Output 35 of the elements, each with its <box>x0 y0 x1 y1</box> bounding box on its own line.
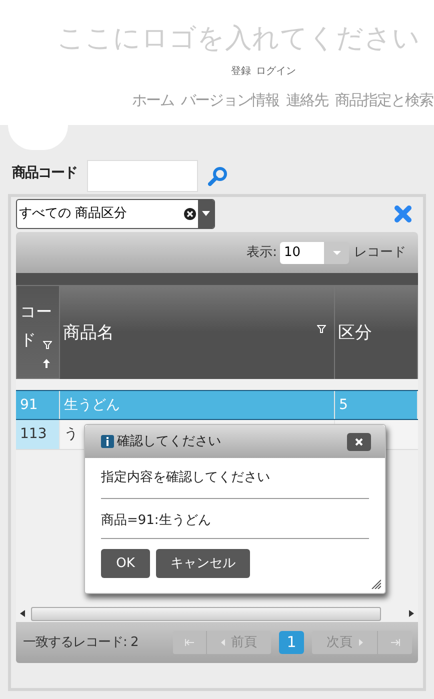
filter-icon[interactable] <box>43 341 52 349</box>
page-size-unit: レコード <box>354 244 406 262</box>
table-cell: 91 <box>16 391 60 419</box>
resize-grip-icon[interactable] <box>371 579 381 589</box>
product-code-label: 商品コード <box>12 164 77 182</box>
filter-icon[interactable] <box>317 325 326 333</box>
close-icon[interactable] <box>394 204 412 222</box>
dialog-detail: 商品=91:生うどん <box>101 498 369 539</box>
search-icon[interactable] <box>208 166 228 186</box>
account-link[interactable]: 登録 <box>231 64 251 79</box>
table-cell: 生うどん <box>60 391 335 419</box>
table-cell: 5 <box>335 391 418 419</box>
dialog-message: 指定内容を確認してください <box>101 458 369 498</box>
scroll-left-icon[interactable] <box>20 610 25 617</box>
first-page-button[interactable] <box>173 631 207 654</box>
product-code-field[interactable] <box>87 160 198 192</box>
table-cell: 113 <box>16 420 60 449</box>
column-header[interactable]: 商品名 <box>60 285 335 379</box>
dialog-button[interactable]: OK <box>101 549 150 578</box>
dialog-button[interactable]: キャンセル <box>156 549 250 578</box>
column-header[interactable]: コード <box>16 285 60 379</box>
column-header[interactable]: 区分 <box>335 285 418 379</box>
category-dropdown[interactable]: すべての 商品区分 <box>16 198 215 228</box>
page-button[interactable]: 1 <box>279 631 304 654</box>
horizontal-scrollbar[interactable] <box>16 605 418 622</box>
sort-up-icon[interactable] <box>43 359 50 368</box>
page-size-label: 表示: <box>246 244 277 262</box>
caret-icon[interactable] <box>198 200 214 228</box>
account-link[interactable]: ログイン <box>256 64 296 79</box>
scroll-right-icon[interactable] <box>409 610 414 617</box>
close-button[interactable] <box>347 432 371 450</box>
clear-icon[interactable] <box>184 208 196 220</box>
dialog-title: 確認してください <box>117 432 221 451</box>
info-icon <box>101 435 114 448</box>
match-count: 一致するレコード: 2 <box>23 634 138 652</box>
